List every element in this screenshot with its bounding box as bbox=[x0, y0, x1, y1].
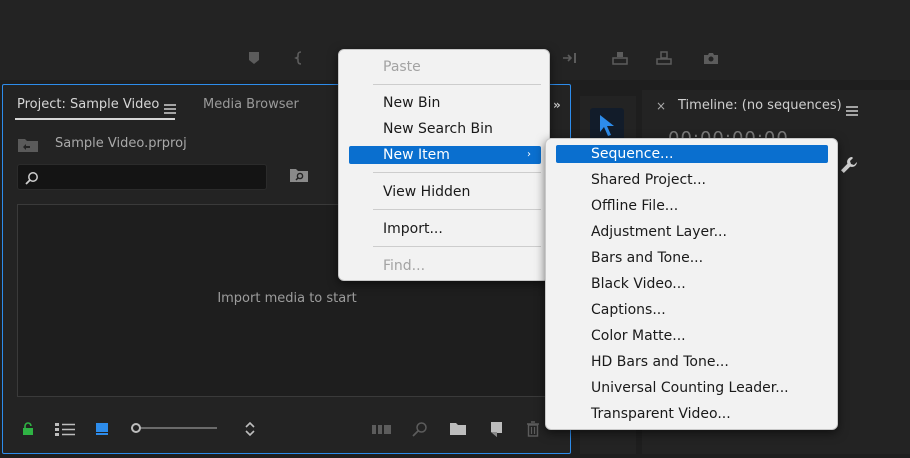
submenu-item-black-video[interactable]: Black Video... bbox=[556, 275, 828, 293]
mark-in-icon[interactable] bbox=[292, 50, 308, 66]
active-tab-indicator bbox=[15, 118, 175, 120]
selection-arrow-icon bbox=[600, 115, 614, 136]
project-context-menu: Paste New Bin New Search Bin New Item › … bbox=[338, 49, 550, 281]
new-item-icon[interactable] bbox=[487, 421, 503, 441]
search-input[interactable] bbox=[46, 168, 256, 186]
menu-item-new-search-bin[interactable]: New Search Bin bbox=[349, 120, 541, 138]
menu-item-view-hidden[interactable]: View Hidden bbox=[349, 183, 541, 201]
timeline-menu-icon[interactable] bbox=[846, 101, 858, 120]
submenu-item-bars-and-tone[interactable]: Bars and Tone... bbox=[556, 249, 828, 267]
list-view-icon[interactable] bbox=[55, 421, 75, 440]
search-icon bbox=[25, 170, 39, 189]
menu-separator bbox=[373, 246, 541, 247]
chevron-right-icon: › bbox=[527, 149, 531, 160]
search-box[interactable] bbox=[17, 164, 267, 190]
find-icon[interactable] bbox=[412, 421, 428, 441]
overwrite-icon[interactable] bbox=[562, 50, 578, 66]
close-icon[interactable]: × bbox=[656, 99, 666, 113]
marker-icon[interactable] bbox=[246, 50, 262, 66]
sort-icon[interactable] bbox=[243, 421, 257, 441]
lock-icon[interactable] bbox=[21, 421, 35, 440]
tab-project[interactable]: Project: Sample Video bbox=[17, 97, 159, 112]
new-item-submenu: Sequence... Shared Project... Offline Fi… bbox=[545, 138, 838, 430]
submenu-item-adjustment-layer[interactable]: Adjustment Layer... bbox=[556, 223, 828, 241]
submenu-item-shared-project[interactable]: Shared Project... bbox=[556, 171, 828, 189]
zoom-slider-handle[interactable] bbox=[131, 423, 141, 433]
automate-to-sequence-icon[interactable] bbox=[372, 421, 392, 440]
timeline-title[interactable]: Timeline: (no sequences) bbox=[678, 98, 842, 113]
project-folder-icon[interactable] bbox=[17, 137, 39, 157]
extract-icon[interactable] bbox=[656, 50, 672, 66]
icon-view-icon[interactable] bbox=[95, 421, 109, 440]
menu-item-paste[interactable]: Paste bbox=[349, 58, 541, 76]
camera-icon[interactable] bbox=[703, 50, 719, 66]
panel-overflow-icon[interactable]: » bbox=[553, 98, 561, 112]
submenu-item-color-matte[interactable]: Color Matte... bbox=[556, 327, 828, 345]
menu-item-new-bin[interactable]: New Bin bbox=[349, 94, 541, 112]
panel-menu-icon[interactable] bbox=[164, 99, 176, 118]
submenu-item-offline-file[interactable]: Offline File... bbox=[556, 197, 828, 215]
submenu-item-sequence[interactable]: Sequence... bbox=[556, 145, 828, 163]
menu-item-import[interactable]: Import... bbox=[349, 220, 541, 238]
menu-item-new-item-label: New Item bbox=[383, 147, 450, 163]
submenu-item-universal-counting-leader[interactable]: Universal Counting Leader... bbox=[556, 379, 828, 397]
empty-state-message: Import media to start bbox=[217, 291, 357, 306]
new-bin-icon[interactable] bbox=[449, 421, 467, 440]
trash-icon[interactable] bbox=[526, 421, 540, 441]
project-file-name: Sample Video.prproj bbox=[55, 136, 187, 151]
zoom-slider-track[interactable] bbox=[131, 427, 217, 429]
tab-media-browser[interactable]: Media Browser bbox=[203, 97, 299, 112]
submenu-item-hd-bars-and-tone[interactable]: HD Bars and Tone... bbox=[556, 353, 828, 371]
submenu-item-transparent-video[interactable]: Transparent Video... bbox=[556, 405, 828, 423]
find-folder-icon[interactable] bbox=[289, 167, 309, 187]
menu-separator bbox=[373, 84, 541, 85]
selection-tool-button[interactable] bbox=[590, 108, 624, 142]
lift-icon[interactable] bbox=[612, 50, 628, 66]
submenu-item-captions[interactable]: Captions... bbox=[556, 301, 828, 319]
menu-item-new-item[interactable]: New Item › bbox=[349, 146, 541, 164]
menu-separator bbox=[373, 209, 541, 210]
wrench-icon[interactable] bbox=[840, 156, 858, 178]
menu-item-find[interactable]: Find... bbox=[349, 257, 541, 275]
menu-separator bbox=[373, 172, 541, 173]
